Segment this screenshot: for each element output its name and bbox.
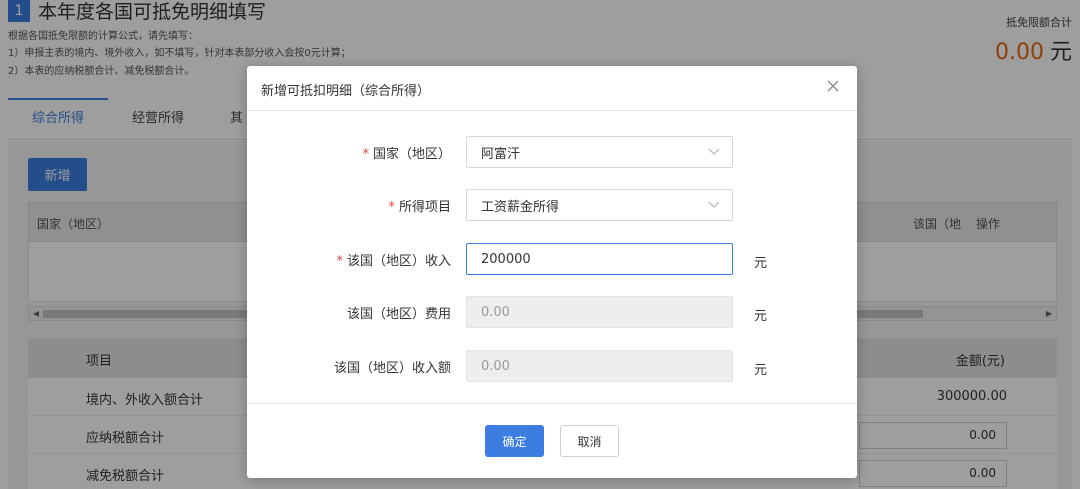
country-expense-input: 0.00 xyxy=(466,296,733,328)
country-expense-label: 该国（地区）费用 xyxy=(346,307,451,322)
header-divider xyxy=(247,110,857,111)
dialog-title: 新增可抵扣明细（综合所得） xyxy=(261,84,431,99)
required-mark: * xyxy=(362,147,369,162)
required-mark: * xyxy=(336,254,343,269)
country-income-amount-input: 0.00 xyxy=(466,350,733,382)
country-income-input[interactable]: 200000 xyxy=(466,243,733,275)
required-mark: * xyxy=(388,200,395,215)
income-item-select[interactable]: 工资薪金所得 xyxy=(466,189,733,221)
confirm-button[interactable]: 确定 xyxy=(485,425,544,457)
country-value: 阿富汗 xyxy=(481,146,521,162)
country-select[interactable]: 阿富汗 xyxy=(466,136,733,168)
add-deduction-dialog: 新增可抵扣明细（综合所得） * 国家（地区） 阿富汗 * 所得项目 工资薪金所得 *… xyxy=(247,66,857,478)
country-income-amount-label: 该国（地区）收入额 xyxy=(333,361,451,376)
chevron-down-icon xyxy=(708,201,720,208)
footer-divider xyxy=(247,403,857,404)
cancel-button[interactable]: 取消 xyxy=(560,425,619,457)
unit-label: 元 xyxy=(754,256,768,271)
country-label: * 国家（地区） xyxy=(362,147,451,162)
income-item-label: * 所得项目 xyxy=(388,200,451,215)
close-icon[interactable] xyxy=(825,78,841,94)
unit-label: 元 xyxy=(754,363,768,378)
country-income-label: * 该国（地区）收入 xyxy=(336,254,451,269)
chevron-down-icon xyxy=(708,148,720,155)
income-item-value: 工资薪金所得 xyxy=(481,199,560,215)
unit-label: 元 xyxy=(754,309,768,324)
